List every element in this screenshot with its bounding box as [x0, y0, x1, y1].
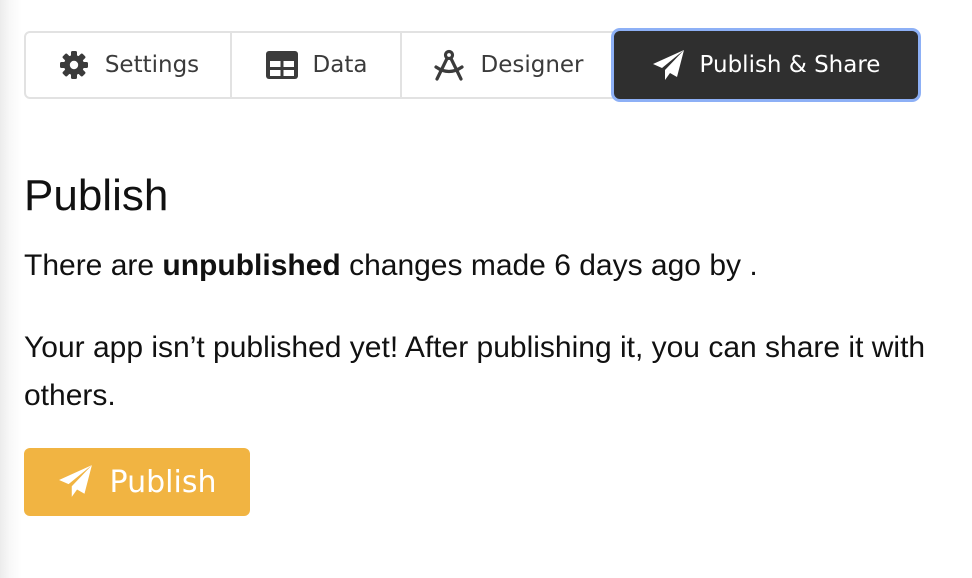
- publish-button-label: Publish: [109, 464, 217, 500]
- tab-settings-label: Settings: [104, 52, 200, 78]
- table-icon: [265, 48, 299, 82]
- tab-bar: Settings Data Designer Publish & Share: [24, 31, 918, 99]
- paper-plane-icon: [58, 464, 94, 500]
- compass-icon: [432, 48, 466, 82]
- tab-data[interactable]: Data: [232, 31, 402, 99]
- tab-publish-share[interactable]: Publish & Share: [614, 31, 918, 99]
- publish-status-emphasis: unpublished: [162, 249, 341, 282]
- publish-button[interactable]: Publish: [24, 448, 250, 516]
- tab-designer-label: Designer: [480, 52, 584, 78]
- page-title: Publish: [24, 171, 169, 220]
- publish-status-suffix: changes made 6 days ago by .: [340, 249, 758, 282]
- publish-status: There are unpublished changes made 6 day…: [24, 246, 758, 286]
- gear-icon: [57, 48, 91, 82]
- tab-data-label: Data: [312, 52, 368, 78]
- paper-plane-icon: [652, 48, 686, 82]
- tab-publish-share-label: Publish & Share: [699, 52, 881, 78]
- publish-info-text: Your app isn’t published yet! After publ…: [24, 331, 926, 412]
- tab-designer[interactable]: Designer: [402, 31, 616, 99]
- publish-status-prefix: There are: [24, 249, 163, 282]
- tab-settings[interactable]: Settings: [24, 31, 232, 99]
